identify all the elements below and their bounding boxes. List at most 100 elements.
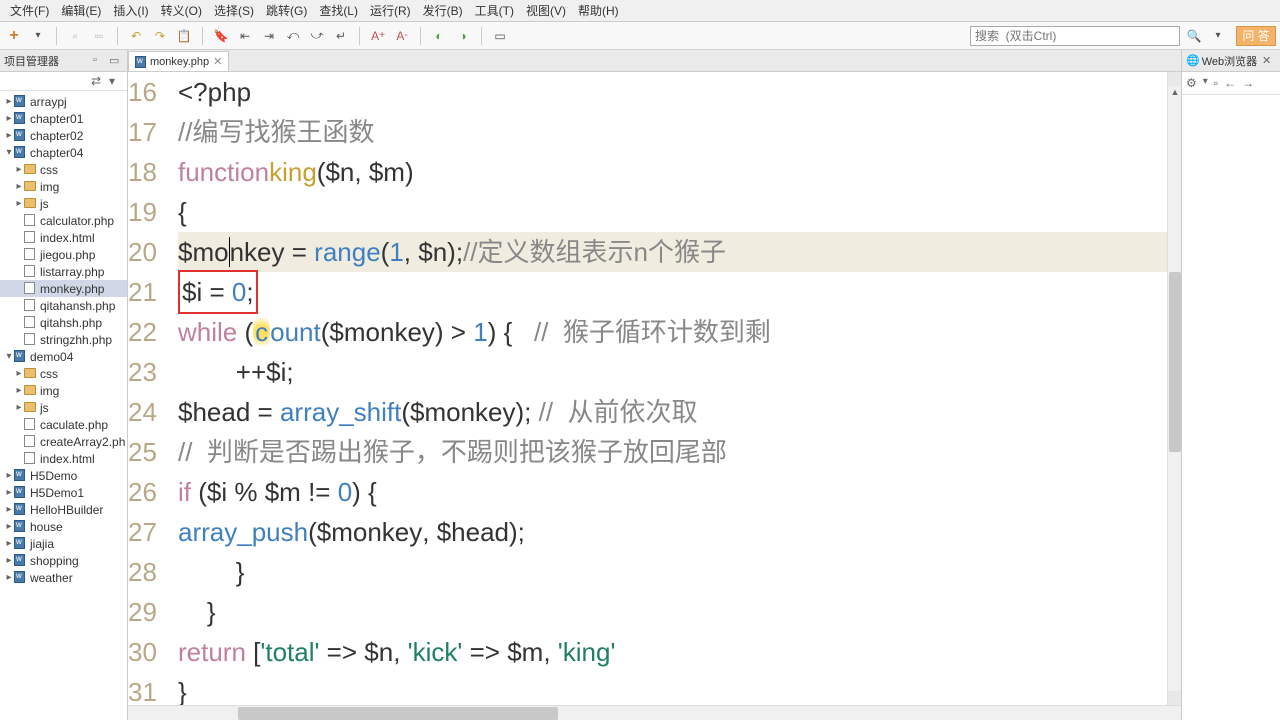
tree-node[interactable]: listarray.php <box>0 263 127 280</box>
nav-back-icon[interactable]: ⤺ <box>283 26 303 46</box>
menu-item[interactable]: 查找(L) <box>313 0 364 21</box>
popout-icon[interactable]: ▫ <box>1214 76 1218 90</box>
code-line[interactable]: return ['total' => $n, 'kick' => $m, 'ki… <box>178 632 1181 672</box>
new-dropdown-icon[interactable]: ▾ <box>28 26 48 46</box>
paste-icon[interactable]: 📋 <box>174 26 194 46</box>
gear-icon[interactable]: ⚙ <box>1186 76 1197 90</box>
tree-node[interactable]: stringzhh.php <box>0 331 127 348</box>
scroll-up-icon[interactable]: ▲ <box>1168 72 1181 86</box>
outdent-icon[interactable]: ⇤ <box>235 26 255 46</box>
link-editor-icon[interactable]: ⇄ <box>91 74 105 88</box>
horizontal-scrollbar[interactable] <box>128 705 1181 720</box>
code-line[interactable]: // 判断是否踢出猴子，不踢则把该猴子放回尾部 <box>178 432 1181 472</box>
code-editor[interactable]: 1617181920212223242526272829303132 <?php… <box>128 72 1181 705</box>
tree-node[interactable]: qitahansh.php <box>0 297 127 314</box>
tree-node[interactable]: index.html <box>0 229 127 246</box>
close-icon[interactable]: ✕ <box>213 55 222 68</box>
menu-item[interactable]: 工具(T) <box>469 0 520 21</box>
search-dropdown-icon[interactable]: ▾ <box>1208 26 1228 46</box>
tree-node[interactable]: ▸house <box>0 518 127 535</box>
collapse-icon[interactable]: ▫ <box>93 54 107 68</box>
browser-close-icon[interactable]: ✕ <box>1262 54 1276 68</box>
code-line[interactable]: $monkey = range(1, $n);//定义数组表示n个猴子 <box>178 232 1181 272</box>
menu-item[interactable]: 文件(F) <box>4 0 55 21</box>
menu-item[interactable]: 发行(B) <box>417 0 469 21</box>
code-line[interactable]: //编写找猴王函数 <box>178 112 1181 152</box>
tree-node[interactable]: calculator.php <box>0 212 127 229</box>
theme2-icon[interactable]: ◑ <box>453 26 473 46</box>
tree-node[interactable]: ▸css <box>0 365 127 382</box>
folder-icon <box>24 401 38 415</box>
menu-item[interactable]: 转义(O) <box>155 0 208 21</box>
scroll-thumb[interactable] <box>1169 272 1181 452</box>
theme1-icon[interactable]: ◐ <box>429 26 449 46</box>
indent-icon[interactable]: ⇥ <box>259 26 279 46</box>
hscroll-thumb[interactable] <box>238 707 558 720</box>
code-line[interactable]: ++$i; <box>178 352 1181 392</box>
tree-node[interactable]: createArray2.ph <box>0 433 127 450</box>
tree-node[interactable]: ▸chapter02 <box>0 127 127 144</box>
redo-icon[interactable]: ↷ <box>150 26 170 46</box>
tree-node[interactable]: ▾chapter04 <box>0 144 127 161</box>
tree-node[interactable]: ▸H5Demo <box>0 467 127 484</box>
tree-node[interactable]: ▸HelloHBuilder <box>0 501 127 518</box>
view-menu-icon[interactable]: ▾ <box>109 74 123 88</box>
forward-icon[interactable]: → <box>1242 76 1254 90</box>
code-line[interactable]: $head = array_shift($monkey); // 从前依次取 <box>178 392 1181 432</box>
tree-node[interactable]: index.html <box>0 450 127 467</box>
tree-node[interactable]: ▸jiajia <box>0 535 127 552</box>
tree-node[interactable]: ▾demo04 <box>0 348 127 365</box>
project-tree[interactable]: ▸arraypj▸chapter01▸chapter02▾chapter04▸c… <box>0 91 127 720</box>
minimize-icon[interactable]: ▭ <box>109 54 123 68</box>
tree-node[interactable]: ▸img <box>0 178 127 195</box>
font-larger-icon[interactable]: A+ <box>368 26 388 46</box>
new-icon[interactable]: + <box>4 26 24 46</box>
menu-item[interactable]: 选择(S) <box>208 0 260 21</box>
scroll-down-icon[interactable]: ▼ <box>1168 691 1181 705</box>
code-line[interactable]: $i = 0; <box>178 272 1181 312</box>
code-line[interactable]: } <box>178 592 1181 632</box>
undo-icon[interactable]: ↶ <box>126 26 146 46</box>
nav-fwd-icon[interactable]: ⤻ <box>307 26 327 46</box>
search-icon[interactable]: 🔍 <box>1184 26 1204 46</box>
code-line[interactable]: array_push($monkey, $head); <box>178 512 1181 552</box>
menu-item[interactable]: 编辑(E) <box>55 0 107 21</box>
code-line[interactable]: <?php <box>178 72 1181 112</box>
tree-node[interactable]: monkey.php <box>0 280 127 297</box>
tree-node[interactable]: ▸js <box>0 399 127 416</box>
menu-item[interactable]: 运行(R) <box>364 0 417 21</box>
menu-item[interactable]: 插入(I) <box>107 0 154 21</box>
code-line[interactable]: while (count($monkey) > 1) { // 猴子循环计数到剩 <box>178 312 1181 352</box>
tree-node[interactable]: jiegou.php <box>0 246 127 263</box>
code-line[interactable]: function king($n, $m) <box>178 152 1181 192</box>
tree-node[interactable]: qitahsh.php <box>0 314 127 331</box>
bookmark-icon[interactable]: 🔖 <box>211 26 231 46</box>
tree-node[interactable]: ▸css <box>0 161 127 178</box>
tree-node[interactable]: ▸js <box>0 195 127 212</box>
search-input[interactable] <box>970 26 1180 46</box>
vertical-scrollbar[interactable]: ▲ ▼ <box>1167 72 1181 705</box>
font-smaller-icon[interactable]: A- <box>392 26 412 46</box>
tree-node[interactable]: ▸chapter01 <box>0 110 127 127</box>
code-line[interactable]: if ($i % $m != 0) { <box>178 472 1181 512</box>
menu-item[interactable]: 帮助(H) <box>572 0 625 21</box>
tree-node[interactable]: ▸img <box>0 382 127 399</box>
menu-item[interactable]: 视图(V) <box>520 0 572 21</box>
save-all-icon[interactable]: ▫▫ <box>89 26 109 46</box>
code-line[interactable]: } <box>178 672 1181 705</box>
back-icon[interactable]: ← <box>1224 76 1236 90</box>
tab-monkey-php[interactable]: monkey.php ✕ <box>128 51 229 71</box>
save-icon[interactable]: ▫ <box>65 26 85 46</box>
wrap-icon[interactable]: ↵ <box>331 26 351 46</box>
ask-button[interactable]: 问 答 <box>1236 26 1276 46</box>
tree-node[interactable]: ▸shopping <box>0 552 127 569</box>
tree-node[interactable]: caculate.php <box>0 416 127 433</box>
menu-item[interactable]: 跳转(G) <box>260 0 313 21</box>
tree-node[interactable]: ▸weather <box>0 569 127 586</box>
code-line[interactable]: } <box>178 552 1181 592</box>
tree-node[interactable]: ▸arraypj <box>0 93 127 110</box>
browser-icon[interactable]: ▭ <box>490 26 510 46</box>
tree-node[interactable]: ▸H5Demo1 <box>0 484 127 501</box>
web-browser-title: Web浏览器 <box>1202 53 1260 69</box>
code-line[interactable]: { <box>178 192 1181 232</box>
